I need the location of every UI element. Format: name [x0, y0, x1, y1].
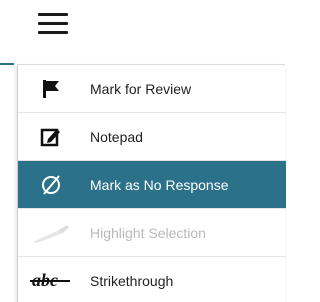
notepad-icon [26, 113, 76, 161]
flag-icon [26, 65, 76, 113]
menu-item-label: Notepad [90, 128, 143, 145]
menu-item-mark-for-review[interactable]: Mark for Review [18, 65, 286, 113]
tools-menu-screen: Mark for Review Notepad Mark as No Respo… [0, 0, 286, 302]
highlighter-icon [26, 209, 76, 257]
menu-item-highlight-selection: Highlight Selection [18, 209, 286, 257]
no-response-icon [26, 161, 76, 209]
hamburger-bar [38, 13, 68, 16]
tools-dropdown-menu: Mark for Review Notepad Mark as No Respo… [17, 64, 286, 302]
menu-item-label: Mark for Review [90, 80, 192, 97]
menu-item-label: Highlight Selection [90, 224, 206, 241]
menu-item-label: Mark as No Response [90, 176, 229, 193]
hamburger-bar [38, 31, 68, 34]
menu-item-label: Strikethrough [90, 273, 174, 289]
menu-item-mark-as-no-response[interactable]: Mark as No Response [18, 161, 286, 209]
hamburger-bar [38, 22, 68, 25]
menu-item-strikethrough[interactable]: abc Strikethrough [18, 257, 286, 302]
menu-item-notepad[interactable]: Notepad [18, 113, 286, 161]
hamburger-menu-icon[interactable] [38, 10, 68, 36]
menu-anchor-line [0, 63, 14, 65]
strikethrough-icon: abc [26, 257, 76, 302]
